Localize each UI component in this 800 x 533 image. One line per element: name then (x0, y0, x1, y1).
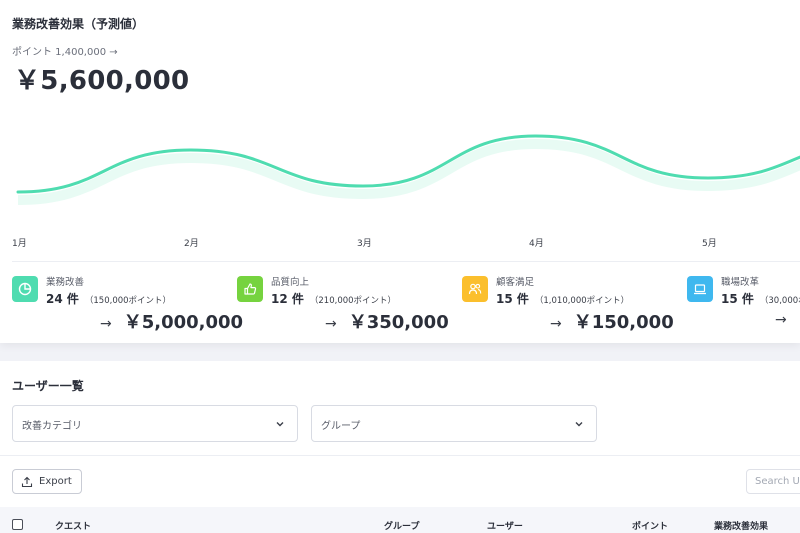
month-tick-label: 1月 (12, 239, 27, 249)
users-icon (462, 276, 488, 302)
stat-amount: → (775, 312, 787, 328)
stat-business-improvement[interactable]: 業務改善 24 件（150,000ポイント） → ￥5,000,000 (12, 271, 243, 333)
pie-chart-icon (12, 276, 38, 302)
column-improvement-effect[interactable]: 業務改善効果 (714, 519, 768, 532)
divider (0, 455, 800, 456)
thumbs-up-icon (237, 276, 263, 302)
month-tick-label: 3月 (357, 239, 372, 249)
category-select[interactable]: 改善カテゴリ (12, 405, 298, 442)
search-input[interactable] (746, 469, 800, 494)
stat-amount: → ￥350,000 (325, 312, 449, 333)
column-quest[interactable]: クエスト (55, 519, 91, 532)
export-label: Export (39, 476, 72, 487)
summary-card: 業務改善効果（予測値） ポイント 1,400,000 → ￥5,600,000 … (0, 0, 800, 343)
stat-count: 15 件（30,000ポイ (721, 292, 800, 306)
total-amount: ￥5,600,000 (14, 66, 190, 96)
user-list-title: ユーザー一覧 (12, 379, 84, 393)
export-button[interactable]: Export (12, 469, 82, 494)
upload-icon (21, 476, 33, 487)
month-tick-label: 4月 (529, 239, 544, 249)
summary-title: 業務改善効果（予測値） (12, 17, 145, 31)
stat-quality-improvement[interactable]: 品質向上 12 件（210,000ポイント） → ￥350,000 (237, 271, 462, 333)
chevron-down-icon (276, 422, 284, 427)
column-points[interactable]: ポイント (632, 519, 668, 532)
stat-amount: → ￥150,000 (550, 312, 674, 333)
column-group[interactable]: グループ (384, 519, 419, 532)
month-tick-label: 5月 (702, 239, 717, 249)
group-select-label: グループ (321, 421, 361, 432)
stat-count: 24 件（150,000ポイント） (46, 292, 172, 306)
stat-label: 品質向上 (271, 277, 310, 288)
trend-line-chart (16, 134, 800, 205)
user-list-card: ユーザー一覧 改善カテゴリ グループ Export クエスト グループ ユーザー… (0, 361, 800, 533)
month-tick-label: 2月 (184, 239, 199, 249)
table-header: クエスト グループ ユーザー ポイント 業務改善効果 (0, 507, 800, 533)
stat-customer-satisfaction[interactable]: 顧客満足 15 件（1,010,000ポイント） → ￥150,000 (462, 271, 687, 333)
chevron-down-icon (575, 422, 583, 427)
laptop-icon (687, 276, 713, 302)
divider (12, 261, 800, 262)
column-user[interactable]: ユーザー (487, 519, 523, 532)
stat-workplace-reform[interactable]: 職場改革 15 件（30,000ポイ → (687, 271, 800, 333)
stat-label: 職場改革 (721, 277, 760, 288)
stat-label: 業務改善 (46, 277, 85, 288)
stat-count: 12 件（210,000ポイント） (271, 292, 397, 306)
stat-amount: → ￥5,000,000 (100, 312, 244, 333)
stat-count: 15 件（1,010,000ポイント） (496, 292, 630, 306)
group-select[interactable]: グループ (311, 405, 597, 442)
month-axis: 1月 2月 3月 4月 5月 (0, 236, 800, 252)
category-select-label: 改善カテゴリ (22, 421, 82, 432)
select-all-checkbox[interactable] (12, 519, 23, 530)
stat-label: 顧客満足 (496, 277, 535, 288)
trend-line-shadow (17, 138, 800, 205)
points-total-link[interactable]: ポイント 1,400,000 → (12, 43, 118, 58)
